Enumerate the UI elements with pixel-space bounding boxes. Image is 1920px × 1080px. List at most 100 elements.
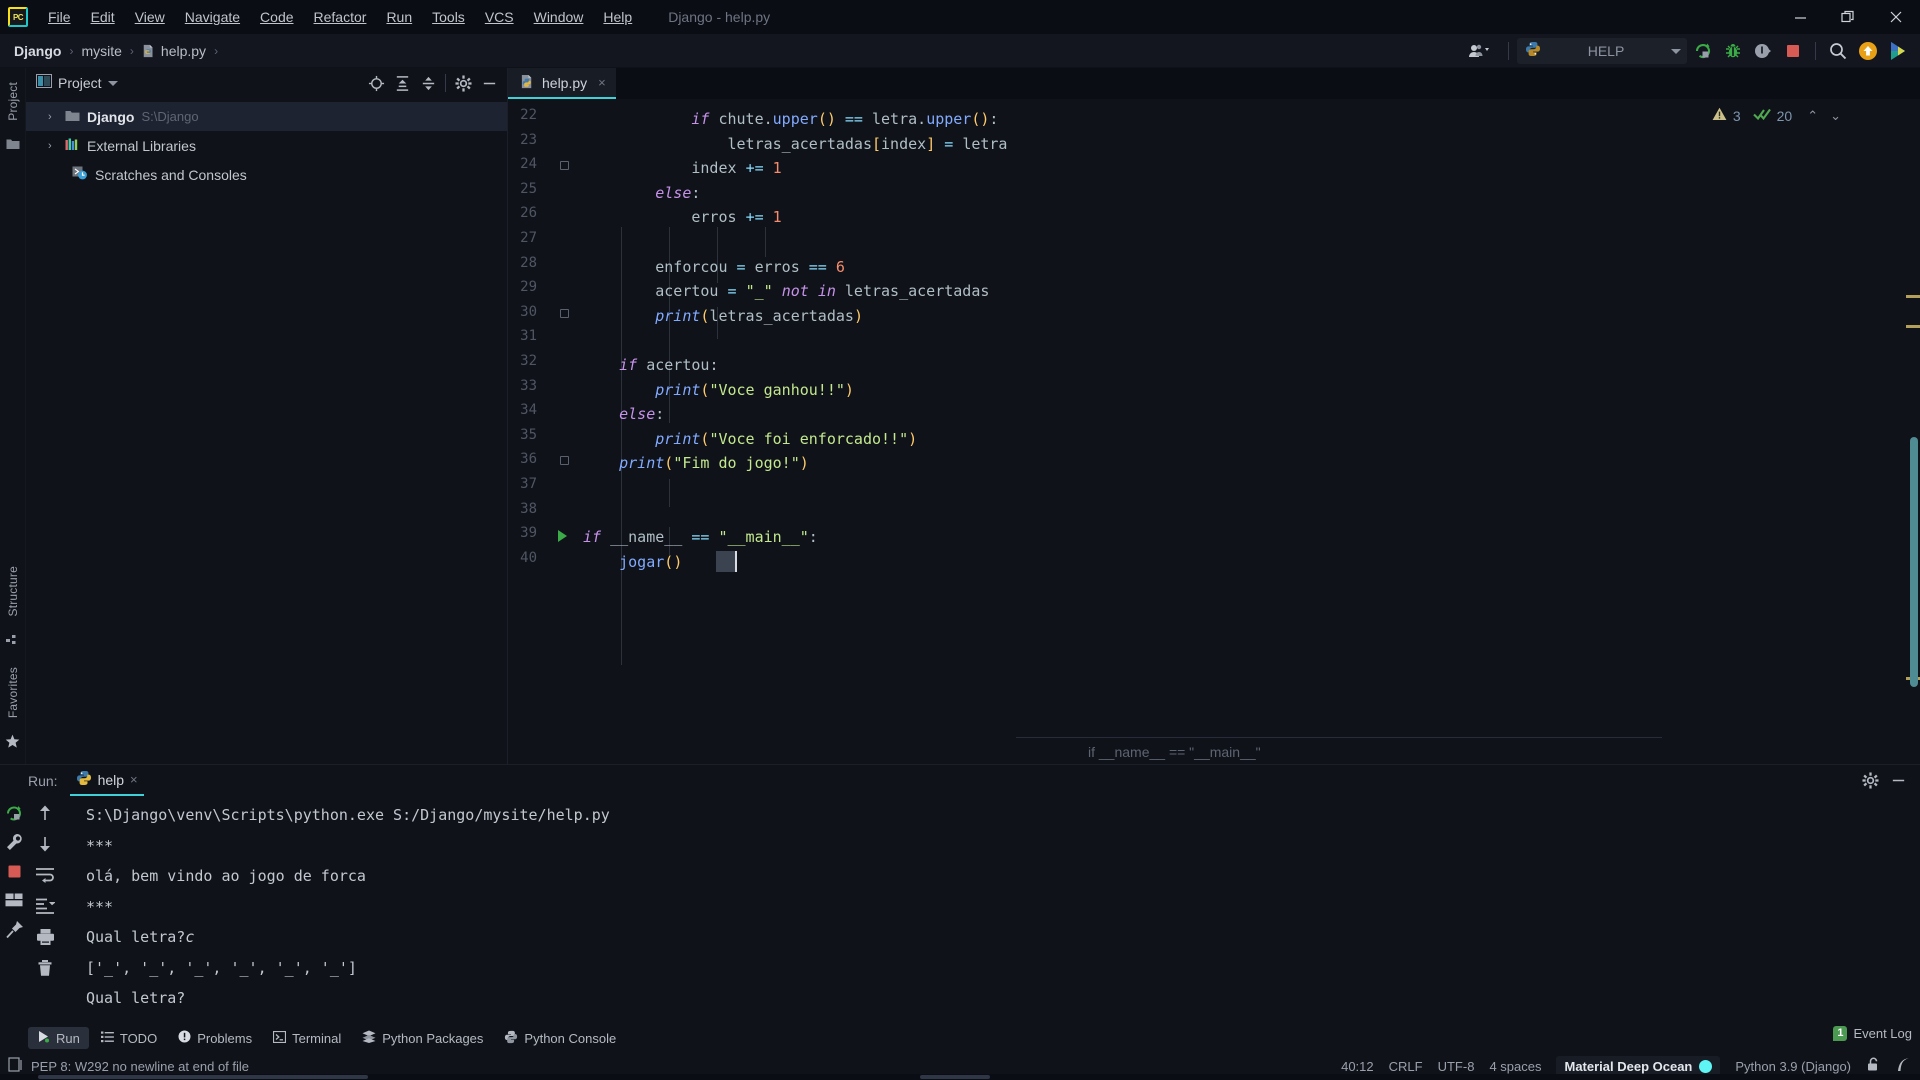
code-line[interactable]: else: — [583, 181, 700, 206]
user-accounts-icon[interactable] — [1460, 38, 1500, 64]
menu-item-help[interactable]: Help — [593, 5, 642, 29]
collapse-all-icon[interactable] — [416, 71, 440, 95]
previous-problem-icon[interactable]: ⌃ — [1804, 108, 1821, 124]
code-line[interactable]: erros += 1 — [583, 205, 781, 230]
file-encoding[interactable]: UTF-8 — [1438, 1059, 1475, 1074]
menu-item-code[interactable]: Code — [250, 5, 303, 29]
chevron-down-icon[interactable] — [1671, 48, 1681, 54]
close-icon[interactable]: × — [130, 772, 138, 787]
editor-scrollbar[interactable] — [1906, 99, 1920, 764]
run-configuration-selector[interactable]: HELP — [1517, 38, 1687, 64]
breadcrumb-item-helppy[interactable]: help.py — [138, 41, 210, 61]
indent-setting[interactable]: 4 spaces — [1489, 1059, 1541, 1074]
debug-button[interactable] — [1719, 38, 1747, 64]
code-line[interactable]: print("Voce ganhou!!") — [583, 378, 854, 403]
scroll-marker-warning[interactable] — [1906, 325, 1920, 328]
gear-icon[interactable] — [451, 71, 475, 95]
code-line[interactable]: if __name__ == "__main__": — [583, 525, 818, 550]
rerun-icon[interactable] — [3, 802, 25, 824]
print-icon[interactable] — [34, 926, 56, 948]
gear-icon[interactable] — [1858, 769, 1882, 793]
breadcrumb-item-mysite[interactable]: mysite — [77, 41, 125, 61]
tree-node-django[interactable]: › Django S:\Django — [26, 102, 507, 131]
line-separator[interactable]: CRLF — [1389, 1059, 1423, 1074]
run-button[interactable] — [1689, 38, 1717, 64]
minimize-icon[interactable] — [1776, 0, 1824, 34]
code-line[interactable]: else: — [583, 402, 664, 427]
breadcrumb-item-django[interactable]: Django — [10, 41, 65, 61]
scrollbar-thumb[interactable] — [1910, 437, 1918, 687]
close-icon[interactable]: × — [598, 75, 606, 90]
menu-item-window[interactable]: Window — [524, 5, 594, 29]
stop-button[interactable] — [1779, 38, 1807, 64]
stop-icon[interactable] — [3, 860, 25, 882]
caret-position[interactable]: 40:12 — [1341, 1059, 1374, 1074]
code-line[interactable]: print("Fim do jogo!") — [583, 451, 809, 476]
hide-panel-icon[interactable] — [477, 71, 501, 95]
locate-icon[interactable] — [364, 71, 388, 95]
tool-window-run[interactable]: Run — [28, 1027, 89, 1049]
tool-window-todo[interactable]: TODO — [92, 1028, 166, 1049]
code-line[interactable]: index += 1 — [583, 156, 781, 181]
code-line[interactable]: print("Voce foi enforcado!!") — [583, 427, 917, 452]
editor-gutter[interactable]: 22 23 24 25 26 27 28 29 30 31 32 33 34 35 36 37 38 39 40 — [508, 99, 583, 764]
fold-marker-icon[interactable] — [560, 308, 572, 321]
rail-label-structure[interactable]: Structure — [6, 560, 20, 623]
menu-item-refactor[interactable]: Refactor — [304, 5, 377, 29]
tool-window-problems[interactable]: Problems — [169, 1027, 261, 1049]
search-everywhere-icon[interactable] — [1824, 38, 1852, 64]
menu-item-navigate[interactable]: Navigate — [175, 5, 250, 29]
code-line[interactable]: print(letras_acertadas) — [583, 304, 863, 329]
run-gutter-icon[interactable] — [558, 530, 567, 543]
run-with-coverage-button[interactable] — [1749, 38, 1777, 64]
branch-icon[interactable] — [1896, 1057, 1912, 1075]
update-project-icon[interactable] — [1854, 38, 1882, 64]
editor-bottom-breadcrumb[interactable]: if __name__ == "__main__" — [1088, 744, 1261, 760]
code-line[interactable]: acertou = "_" not in letras_acertadas — [583, 279, 989, 304]
menu-item-vcs[interactable]: VCS — [475, 5, 524, 29]
code-line[interactable]: jogar() — [583, 550, 682, 575]
fold-marker-icon[interactable] — [560, 456, 572, 468]
scroll-to-end-icon[interactable] — [34, 895, 56, 917]
tool-window-terminal[interactable]: Terminal — [264, 1028, 350, 1049]
trash-icon[interactable] — [34, 957, 56, 979]
menu-item-tools[interactable]: Tools — [422, 5, 475, 29]
next-problem-icon[interactable]: ⌄ — [1827, 108, 1844, 124]
up-arrow-icon[interactable] — [34, 802, 56, 824]
rail-label-project[interactable]: Project — [6, 76, 20, 127]
unlocked-icon[interactable] — [1866, 1057, 1881, 1075]
main-menu[interactable]: File Edit View Navigate Code Refactor Ru… — [38, 5, 642, 29]
chevron-down-icon[interactable] — [107, 80, 118, 86]
settings-wrench-icon[interactable] — [3, 831, 25, 853]
soft-wrap-icon[interactable] — [34, 864, 56, 886]
close-icon[interactable] — [1872, 0, 1920, 34]
restore-icon[interactable] — [1824, 0, 1872, 34]
menu-item-edit[interactable]: Edit — [81, 5, 125, 29]
expand-all-icon[interactable] — [390, 71, 414, 95]
code-line[interactable]: enforcou = erros == 6 — [583, 255, 845, 280]
run-tab-help[interactable]: help × — [69, 766, 144, 796]
ide-assistant-icon[interactable] — [1884, 38, 1912, 64]
chevron-right-icon[interactable]: › — [48, 140, 58, 152]
down-arrow-icon[interactable] — [34, 833, 56, 855]
menu-item-view[interactable]: View — [125, 5, 175, 29]
code-line[interactable]: if acertou: — [583, 353, 718, 378]
code-line[interactable]: letras_acertadas[index] = letra — [583, 132, 1008, 157]
pin-icon[interactable] — [3, 918, 25, 940]
python-interpreter[interactable]: Python 3.9 (Django) — [1735, 1059, 1851, 1074]
tool-window-python-packages[interactable]: Python Packages — [353, 1027, 492, 1049]
menu-item-file[interactable]: File — [38, 5, 81, 29]
hide-panel-icon[interactable] — [1886, 769, 1910, 793]
menu-item-run[interactable]: Run — [376, 5, 422, 29]
code-editor[interactable]: 3 20 ⌃ ⌄ 22 23 24 25 26 27 28 29 30 31 32 33 34 35 36 3… — [508, 99, 1920, 764]
tool-window-python-console[interactable]: Python Console — [495, 1027, 625, 1050]
rail-label-favorites[interactable]: Favorites — [6, 661, 20, 724]
run-console-output[interactable]: S:\Django\venv\Scripts\python.exe S:/Dja… — [62, 796, 1920, 1024]
event-log-indicator[interactable]: 1 Event Log — [1833, 1026, 1912, 1041]
scroll-marker-warning[interactable] — [1906, 295, 1920, 298]
tree-node-external-libraries[interactable]: › External Libraries — [26, 131, 507, 160]
editor-tab-helppy[interactable]: help.py × — [508, 68, 616, 99]
tree-node-scratches-and-consoles[interactable]: Scratches and Consoles — [26, 160, 507, 189]
code-line[interactable]: if chute.upper() == letra.upper(): — [583, 107, 998, 132]
code-text-area[interactable]: if chute.upper() == letra.upper(): letra… — [583, 99, 1920, 764]
